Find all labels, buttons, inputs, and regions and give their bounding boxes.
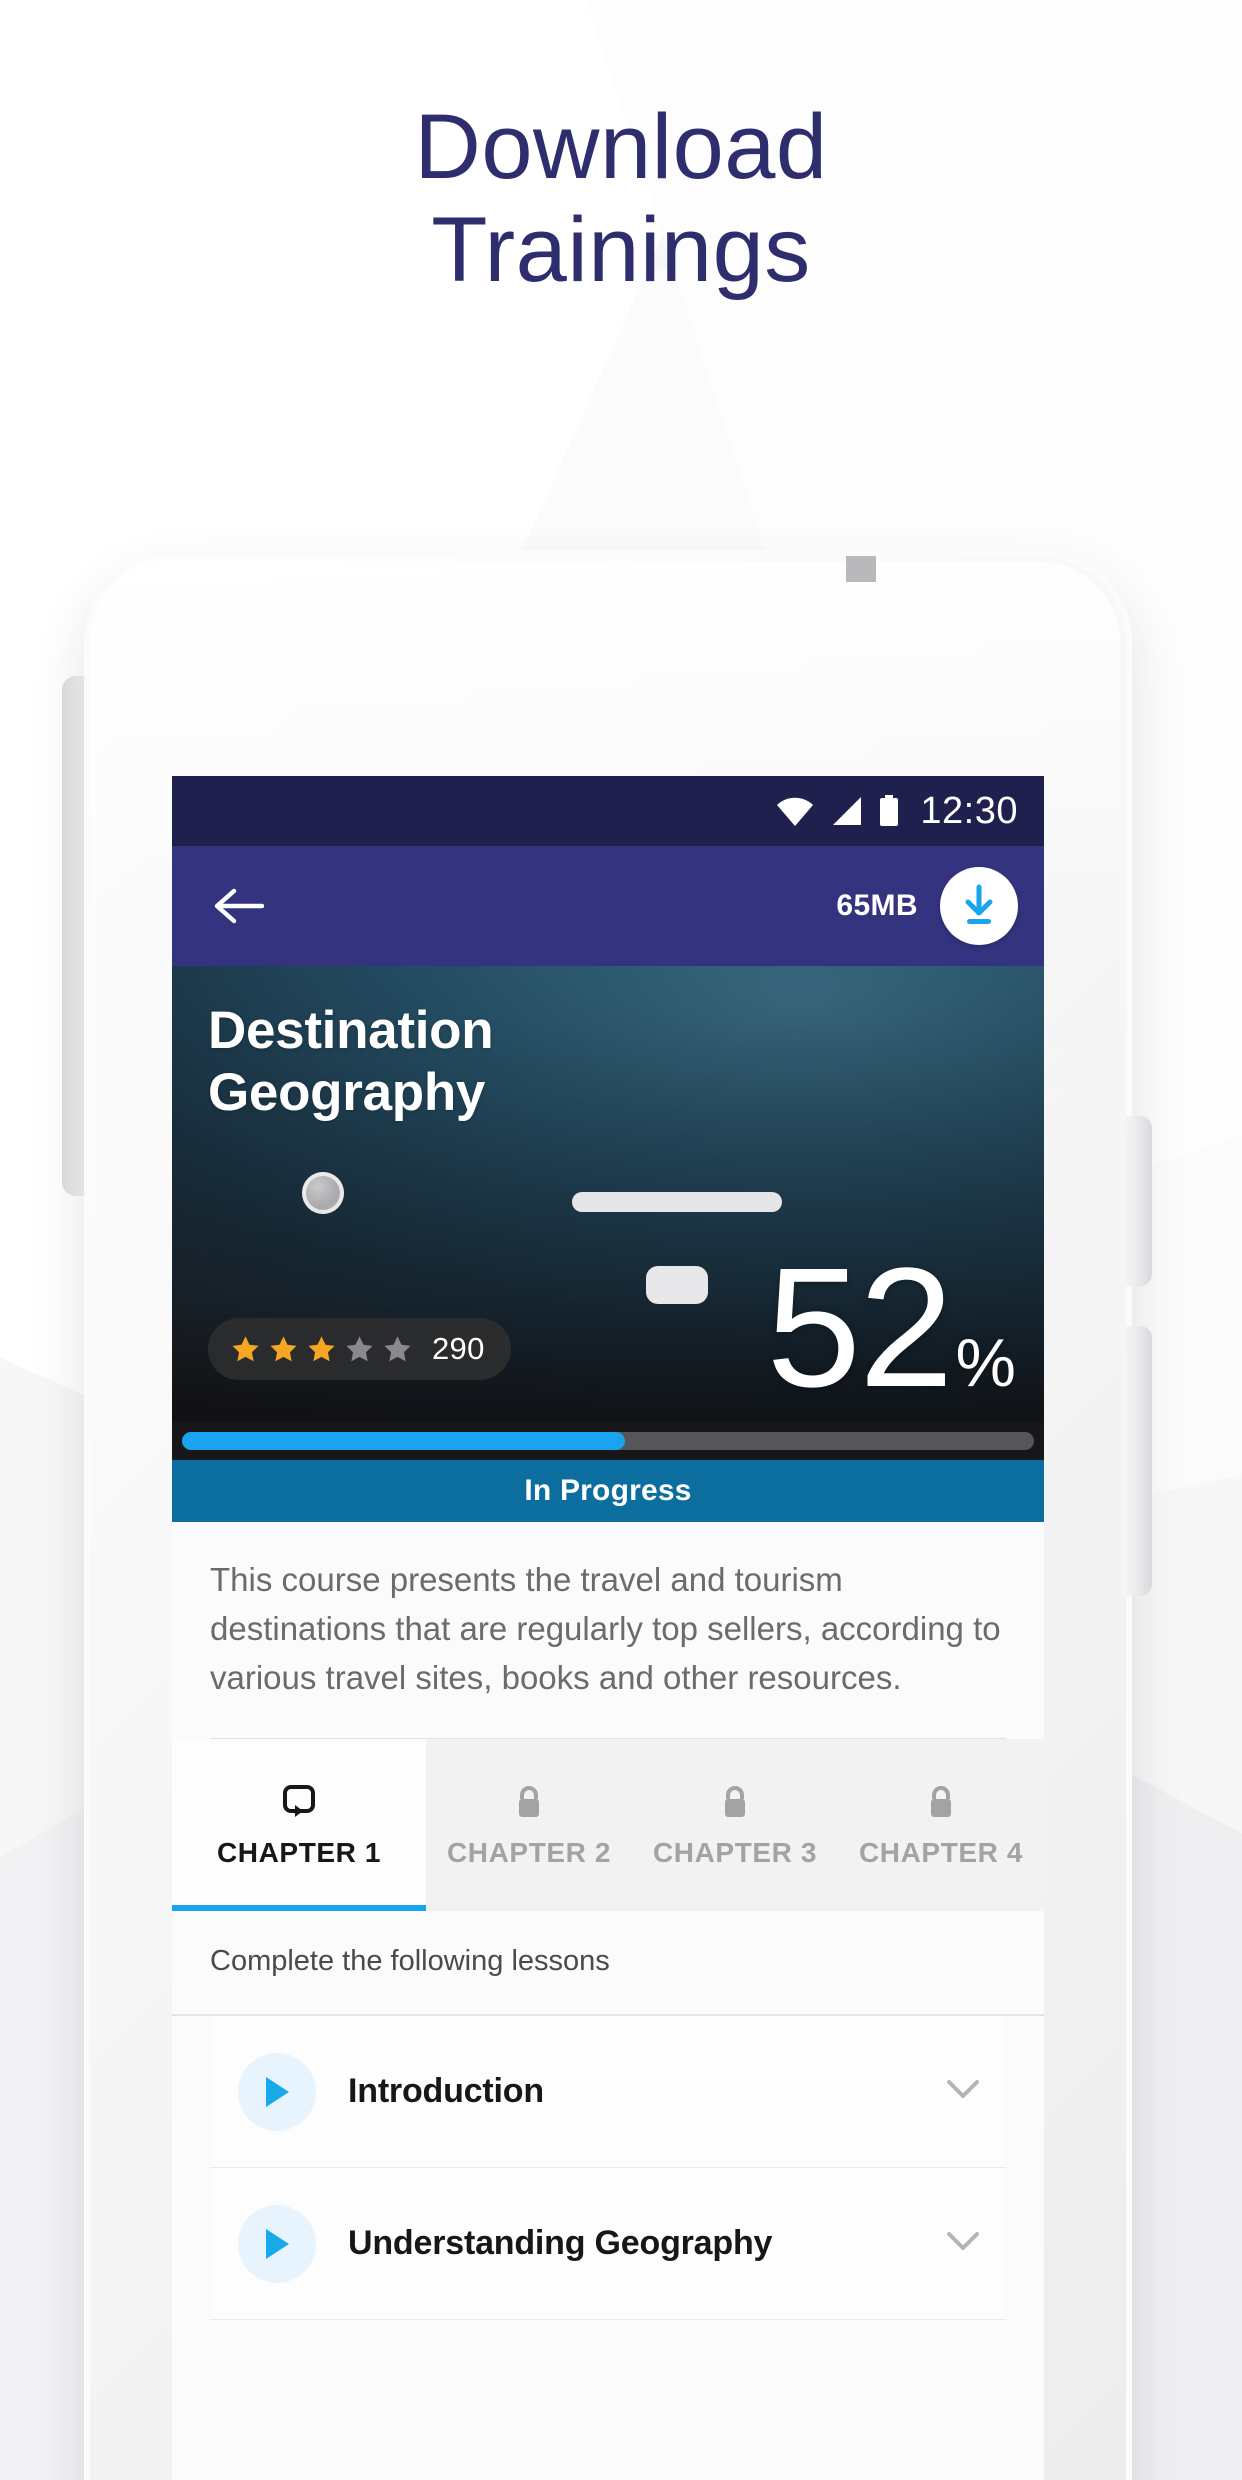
- phone-screen: 12:30 65MB Destination Geography 52 % 29…: [172, 776, 1044, 2480]
- tab-chapter-2-label: CHAPTER 2: [446, 1837, 612, 1869]
- rating-badge: 290: [208, 1318, 511, 1380]
- course-title: Destination Geography: [208, 1000, 494, 1124]
- phone-button-power: [1122, 1116, 1152, 1286]
- download-icon: [965, 884, 993, 924]
- list-item[interactable]: Understanding Geography: [210, 2168, 1006, 2321]
- wifi-icon: [776, 797, 814, 826]
- tab-chapter-4-label: CHAPTER 4: [858, 1837, 1024, 1869]
- status-bar: 12:30: [172, 776, 1044, 846]
- download-size-label: 65MB: [836, 889, 918, 922]
- course-description: This course presents the travel and tour…: [172, 1522, 1044, 1733]
- tab-chapter-3[interactable]: CHAPTER 3: [632, 1739, 838, 1911]
- star-icon-filled-2: [270, 1335, 297, 1361]
- chevron-down-icon[interactable]: [946, 2230, 980, 2257]
- tab-chapter-2[interactable]: CHAPTER 2: [426, 1739, 632, 1911]
- app-bar: 65MB: [172, 846, 1044, 966]
- percent-sign: %: [955, 1324, 1016, 1401]
- list-item[interactable]: Introduction: [210, 2016, 1006, 2169]
- rating-count: 290: [432, 1331, 485, 1366]
- chevron-down-icon[interactable]: [946, 2078, 980, 2105]
- phone-mockup: 12:30 65MB Destination Geography 52 % 29…: [62, 556, 1152, 2480]
- completion-percentage: 52 %: [766, 1232, 1016, 1422]
- tab-chapter-1-label: CHAPTER 1: [216, 1837, 382, 1869]
- star-icon-filled-1: [232, 1335, 259, 1361]
- chapter-tabs: CHAPTER 1 CHAPTER 2 CHAPTER 3 CHAPTER 4: [172, 1739, 1044, 1912]
- tab-chapter-3-label: CHAPTER 3: [652, 1837, 818, 1869]
- course-title-line-2: Geography: [208, 1063, 486, 1122]
- replay-icon: [279, 1781, 319, 1823]
- progress-fill: [182, 1432, 626, 1450]
- battery-icon: [878, 795, 900, 827]
- course-title-line-1: Destination: [208, 1001, 494, 1060]
- phone-button-volume: [1122, 1326, 1152, 1596]
- completion-percentage-value: 52: [766, 1232, 953, 1422]
- play-icon[interactable]: [238, 2204, 316, 2283]
- course-progress-bar: [172, 1422, 1044, 1460]
- star-icon-filled-3: [308, 1335, 335, 1361]
- tab-active-indicator: [172, 1905, 426, 1912]
- status-bar-time: 12:30: [920, 789, 1018, 832]
- proximity-sensor: [646, 1266, 708, 1304]
- lesson-title: Introduction: [348, 2072, 544, 2111]
- phone-antenna-line: [846, 556, 876, 582]
- tab-chapter-1[interactable]: CHAPTER 1: [172, 1739, 426, 1912]
- lock-icon: [720, 1781, 750, 1823]
- star-icon-empty-4: [346, 1335, 373, 1361]
- headline-line-2: Trainings: [431, 199, 811, 302]
- earpiece-speaker: [572, 1192, 782, 1212]
- tab-chapter-4[interactable]: CHAPTER 4: [838, 1739, 1044, 1911]
- lock-icon: [926, 1781, 956, 1823]
- course-status-banner: In Progress: [172, 1460, 1044, 1522]
- lock-icon: [514, 1781, 544, 1823]
- front-camera-icon: [302, 1172, 344, 1214]
- back-arrow-icon: [214, 888, 264, 924]
- cellular-signal-icon: [830, 796, 862, 826]
- lessons-hint: Complete the following lessons: [172, 1911, 1044, 2017]
- download-button[interactable]: [940, 867, 1018, 945]
- progress-track: [182, 1432, 1034, 1450]
- headline-line-1: Download: [414, 96, 828, 198]
- promo-headline: Download Trainings: [0, 96, 1242, 302]
- play-icon[interactable]: [238, 2052, 316, 2131]
- back-button[interactable]: [206, 874, 270, 938]
- star-icon-empty-5: [384, 1335, 411, 1361]
- lesson-title: Understanding Geography: [348, 2224, 773, 2263]
